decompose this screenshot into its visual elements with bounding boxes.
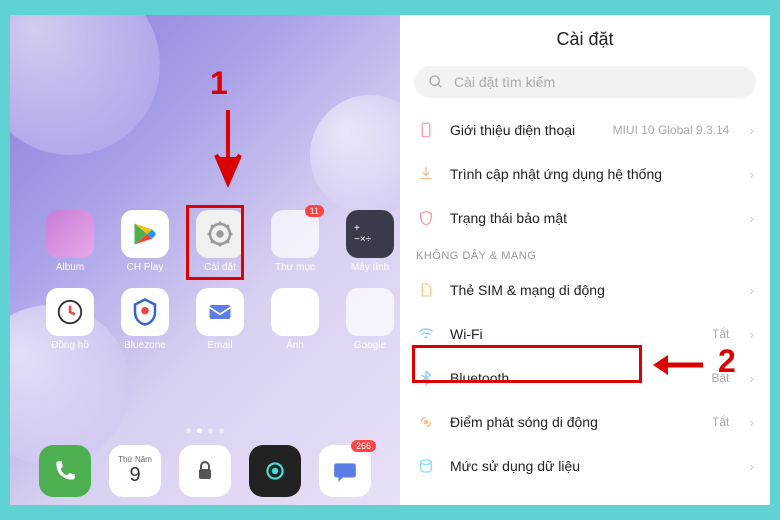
app-calculator[interactable]: +−×÷ Máy tính	[340, 210, 400, 273]
chevron-right-icon: ›	[749, 282, 754, 298]
page-indicator	[10, 428, 400, 433]
highlight-settings-app	[186, 205, 244, 280]
dock-phone[interactable]	[39, 445, 91, 497]
page-title: Cài đặt	[400, 15, 770, 60]
dock-camera[interactable]	[249, 445, 301, 497]
dock-lock[interactable]	[179, 445, 231, 497]
app-bluezone[interactable]: Bluezone	[115, 288, 175, 351]
settings-item-security[interactable]: Trạng thái bảo mật ›	[400, 196, 770, 240]
app-google-folder[interactable]: Google	[340, 288, 400, 351]
chevron-right-icon: ›	[749, 210, 754, 226]
app-album[interactable]: Album	[40, 210, 100, 273]
chevron-right-icon: ›	[749, 414, 754, 430]
highlight-bluetooth	[412, 345, 642, 383]
dock-messages[interactable]: 266	[319, 445, 371, 497]
arrow-down-icon	[208, 105, 248, 200]
sim-icon	[416, 280, 436, 300]
chevron-right-icon: ›	[749, 370, 754, 386]
chevron-right-icon: ›	[749, 326, 754, 342]
dock: Thứ Năm9 266	[10, 445, 400, 497]
annotation-step-2: 2	[718, 343, 736, 380]
app-email[interactable]: Email	[190, 288, 250, 351]
settings-item-data[interactable]: Mức sử dụng dữ liệu ›	[400, 444, 770, 488]
search-icon	[428, 74, 444, 90]
app-clock[interactable]: Đồng hồ	[40, 288, 100, 351]
phone-icon	[416, 120, 436, 140]
chevron-right-icon: ›	[749, 122, 754, 138]
wifi-icon	[416, 324, 436, 344]
data-icon	[416, 456, 436, 476]
arrow-left-icon	[648, 350, 708, 385]
home-screen: 1 Album CH Play Cài đặt 11 Thư mục	[10, 15, 400, 505]
settings-item-about[interactable]: Giới thiệu điện thoại MIUI 10 Global 9.3…	[400, 108, 770, 152]
app-folder[interactable]: 11 Thư mục	[265, 210, 325, 273]
shield-icon	[416, 208, 436, 228]
settings-screen: Cài đặt Cài đặt tìm kiếm Giới thiệu điện…	[400, 15, 770, 505]
settings-list: Giới thiệu điện thoại MIUI 10 Global 9.3…	[400, 108, 770, 505]
settings-item-sim[interactable]: Thẻ SIM & mạng di động ›	[400, 268, 770, 312]
section-wireless: KHÔNG DÂY & MẠNG	[400, 240, 770, 268]
annotation-step-1: 1	[210, 65, 228, 102]
dock-calendar[interactable]: Thứ Năm9	[109, 445, 161, 497]
settings-item-hotspot[interactable]: Điểm phát sóng di động Tắt ›	[400, 400, 770, 444]
app-photos[interactable]: Ảnh	[265, 288, 325, 351]
settings-item-update[interactable]: Trình cập nhật ứng dụng hệ thống ›	[400, 152, 770, 196]
search-input[interactable]: Cài đặt tìm kiếm	[414, 66, 756, 98]
chevron-right-icon: ›	[749, 166, 754, 182]
chevron-right-icon: ›	[749, 458, 754, 474]
hotspot-icon	[416, 412, 436, 432]
update-icon	[416, 164, 436, 184]
app-chplay[interactable]: CH Play	[115, 210, 175, 273]
